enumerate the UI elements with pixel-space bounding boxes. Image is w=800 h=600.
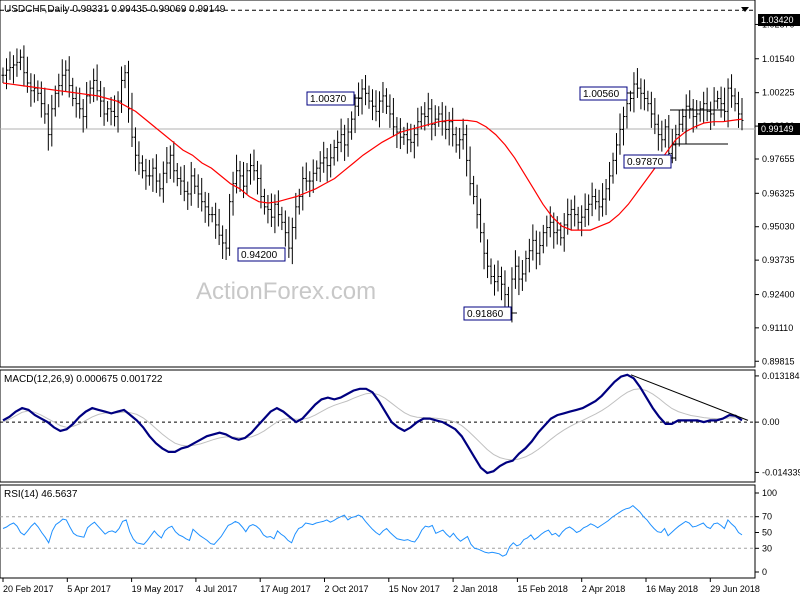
price-tick-label: 0.89815 xyxy=(762,356,795,366)
macd-tick-label: 0.013184 xyxy=(762,371,800,381)
rsi-tick-label: 30 xyxy=(762,543,772,553)
date-tick-label: 2 Jan 2018 xyxy=(453,584,498,594)
resistance-price-text: 1.03420 xyxy=(761,15,794,25)
price-tick-label: 0.91110 xyxy=(762,323,793,333)
annotation-text: 0.91860 xyxy=(467,309,504,320)
annotation-high-2018: 1.00560 xyxy=(579,86,634,101)
current-price-text: 0.99149 xyxy=(761,124,794,134)
annotation-text: 1.00560 xyxy=(583,89,620,100)
annotation-text: 0.97870 xyxy=(627,157,664,168)
date-tick-label: 16 May 2018 xyxy=(646,584,698,594)
annotation-text: 0.94200 xyxy=(241,250,278,261)
price-tick-label: 0.97655 xyxy=(762,154,795,164)
rsi-tick-label: 100 xyxy=(762,488,777,498)
annotation-text: 1.00370 xyxy=(310,94,347,105)
date-tick-label: 29 Jun 2018 xyxy=(710,584,760,594)
symbol-header: USDCHF,Daily 0.99331 0.99435 0.99069 0.9… xyxy=(4,4,226,15)
resistance-price-label: 1.03420 xyxy=(758,14,800,26)
date-tick-label: 2 Apr 2018 xyxy=(582,584,626,594)
current-price-label: 0.99149 xyxy=(758,123,800,135)
date-tick-label: 2 Oct 2017 xyxy=(325,584,369,594)
date-tick-label: 20 Feb 2017 xyxy=(3,584,54,594)
date-tick-label: 17 Aug 2017 xyxy=(260,584,311,594)
chart-background xyxy=(0,0,800,600)
date-tick-label: 15 Feb 2018 xyxy=(517,584,568,594)
macd-header: MACD(12,26,9) 0.000675 0.001722 xyxy=(4,374,163,385)
price-tick-label: 0.92400 xyxy=(762,290,795,300)
macd-tick-label: -0.014339 xyxy=(762,467,800,477)
price-tick-label: 1.00225 xyxy=(762,88,795,98)
price-tick-label: 0.95030 xyxy=(762,222,795,232)
rsi-tick-label: 50 xyxy=(762,528,772,538)
price-tick-label: 1.01540 xyxy=(762,54,795,64)
date-tick-label: 5 Apr 2017 xyxy=(67,584,111,594)
rsi-tick-label: 0 xyxy=(762,567,767,577)
annotation-low-jul-2017: 0.94200 xyxy=(237,247,286,262)
annotation-low-feb-2018: 0.91860 xyxy=(463,306,517,321)
chart-canvas: ActionForex.com 1.00370 0.94200 0.91860 … xyxy=(0,0,800,600)
rsi-tick-label: 70 xyxy=(762,512,772,522)
date-tick-label: 19 May 2017 xyxy=(132,584,184,594)
rsi-header: RSI(14) 46.5637 xyxy=(4,489,78,500)
date-tick-label: 15 Nov 2017 xyxy=(389,584,440,594)
macd-tick-label: 0.00 xyxy=(762,417,780,427)
date-tick-label: 4 Jul 2017 xyxy=(196,584,238,594)
annotation-low-may-2018: 0.97870 xyxy=(623,154,676,169)
annotation-high-2017: 1.00370 xyxy=(306,91,362,106)
watermark: ActionForex.com xyxy=(196,278,376,305)
price-tick-label: 0.96325 xyxy=(762,188,795,198)
price-tick-label: 0.93735 xyxy=(762,255,795,265)
